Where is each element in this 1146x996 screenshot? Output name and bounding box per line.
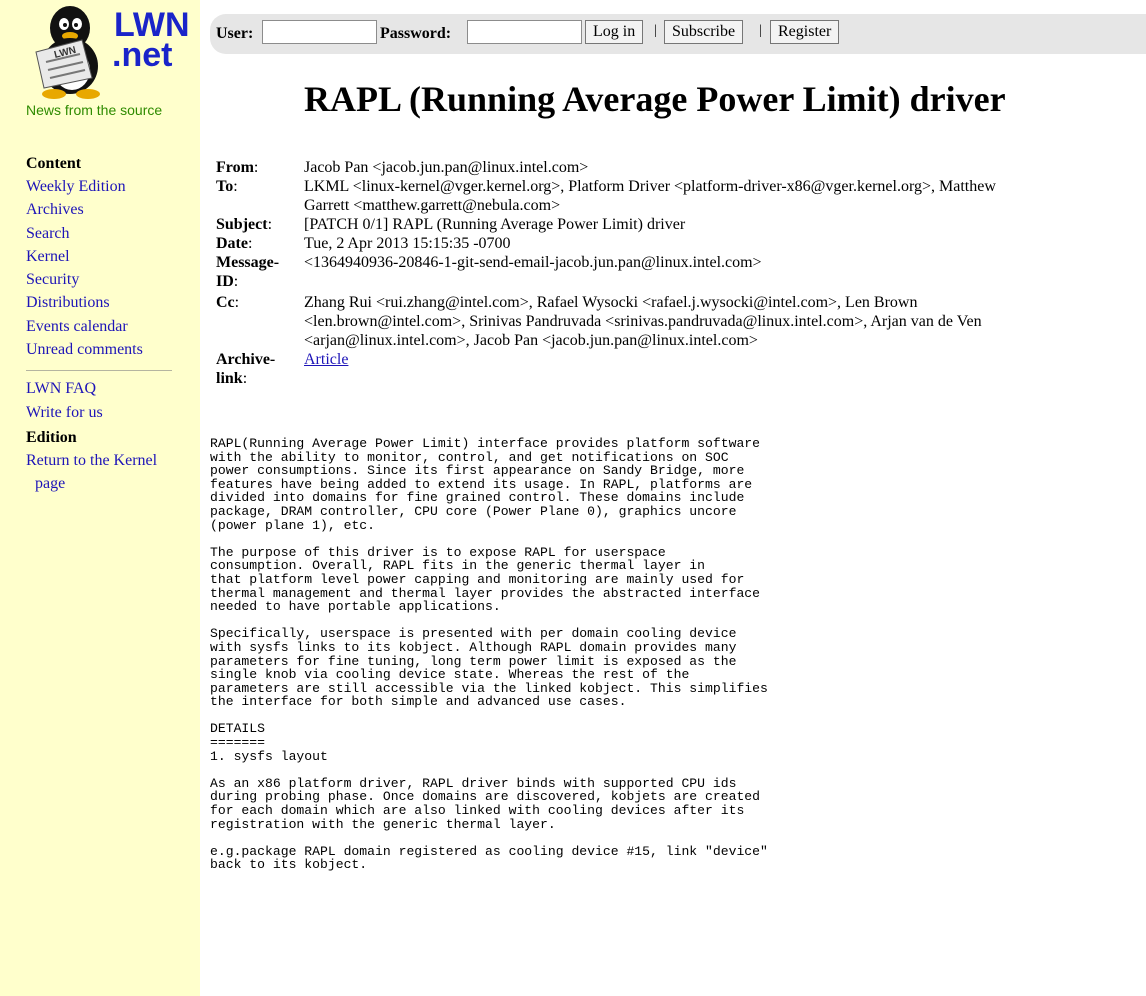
separator-pipe: | (759, 23, 762, 38)
nav-link-write-for-us[interactable]: Write for us (26, 401, 186, 424)
header-label: Message- ID: (216, 254, 280, 290)
nav-link-search[interactable]: Search (26, 222, 186, 245)
nav-link-archives[interactable]: Archives (26, 198, 186, 221)
header-value: LKML <linux-kernel@vger.kernel.org>, Pla… (304, 178, 996, 214)
nav-heading-content: Content (26, 155, 82, 172)
header-cc: Cc: Zhang Rui <rui.zhang@intel.com>, Raf… (216, 293, 1116, 350)
header-label: Date: (216, 235, 253, 252)
header-subject: Subject: [PATCH 0/1] RAPL (Running Avera… (216, 215, 1116, 234)
header-message-id: Message- ID: <1364940936-20846-1-git-send… (216, 253, 1116, 291)
tux-penguin-reading-newspaper-icon: LWN LWN .net (35, 6, 190, 99)
nav-link-return-to-kernel[interactable]: Return to the Kernel page (26, 449, 186, 496)
register-button[interactable]: Register (770, 20, 840, 44)
nav-link-return-line1: Return to the Kernel (26, 451, 158, 469)
header-label: From: (216, 159, 259, 176)
header-label: Cc: (216, 294, 240, 311)
nav-link-unread-comments[interactable]: Unread comments (26, 338, 186, 361)
password-input[interactable] (467, 20, 582, 44)
header-from: From: Jacob Pan <jacob.jun.pan@linux.int… (216, 158, 1116, 177)
nav-link-distributions[interactable]: Distributions (26, 291, 186, 314)
user-label: User: (216, 25, 254, 42)
header-value: Article (304, 350, 1116, 369)
left-sidebar: LWN LWN .net News from the source Conten… (0, 0, 200, 996)
user-input[interactable] (262, 20, 377, 44)
page-title: RAPL (Running Average Power Limit) drive… (304, 79, 1006, 119)
header-value: Zhang Rui <rui.zhang@intel.com>, Rafael … (304, 294, 982, 349)
nav-link-kernel[interactable]: Kernel (26, 245, 186, 268)
header-archive-link: Archive-link: Article (216, 350, 1116, 387)
header-label: Subject: (216, 216, 273, 233)
header-value: <1364940936-20846-1-git-send-email-jacob… (304, 254, 762, 271)
nav-link-events-calendar[interactable]: Events calendar (26, 315, 186, 338)
subscribe-button[interactable]: Subscribe (664, 20, 744, 44)
header-label: Archive-link: (216, 351, 276, 387)
nav-link-lwn-faq[interactable]: LWN FAQ (26, 377, 186, 400)
password-label: Password: (380, 25, 452, 42)
site-logo[interactable]: LWN LWN .net (22, 0, 192, 100)
logo-net-text: .net (112, 36, 172, 74)
archive-article-link[interactable]: Article (304, 351, 348, 368)
header-date: Date: Tue, 2 Apr 2013 15:15:35 -0700 (216, 234, 1116, 253)
login-bar: User: Password: Log in | Subscribe | Reg… (210, 14, 1146, 54)
header-value: Tue, 2 Apr 2013 15:15:35 -0700 (304, 235, 511, 252)
message-body: RAPL(Running Average Power Limit) interf… (210, 436, 768, 873)
email-headers: From: Jacob Pan <jacob.jun.pan@linux.int… (216, 158, 1116, 387)
nav-heading-edition: Edition (26, 428, 77, 446)
login-button[interactable]: Log in (585, 20, 644, 44)
nav-link-weekly-edition[interactable]: Weekly Edition (26, 175, 186, 198)
tagline: News from the source (26, 102, 163, 118)
sidebar-nav: Content Weekly Edition Archives Search K… (26, 152, 186, 496)
header-label: To: (216, 178, 238, 195)
header-value: Jacob Pan <jacob.jun.pan@linux.intel.com… (304, 159, 589, 176)
nav-link-security[interactable]: Security (26, 268, 186, 291)
header-to: To: LKML <linux-kernel@vger.kernel.org>,… (216, 177, 1116, 215)
nav-link-return-line2: page (35, 475, 66, 493)
nav-divider (26, 370, 172, 372)
separator-pipe: | (654, 23, 657, 38)
header-value: [PATCH 0/1] RAPL (Running Average Power … (304, 216, 686, 233)
